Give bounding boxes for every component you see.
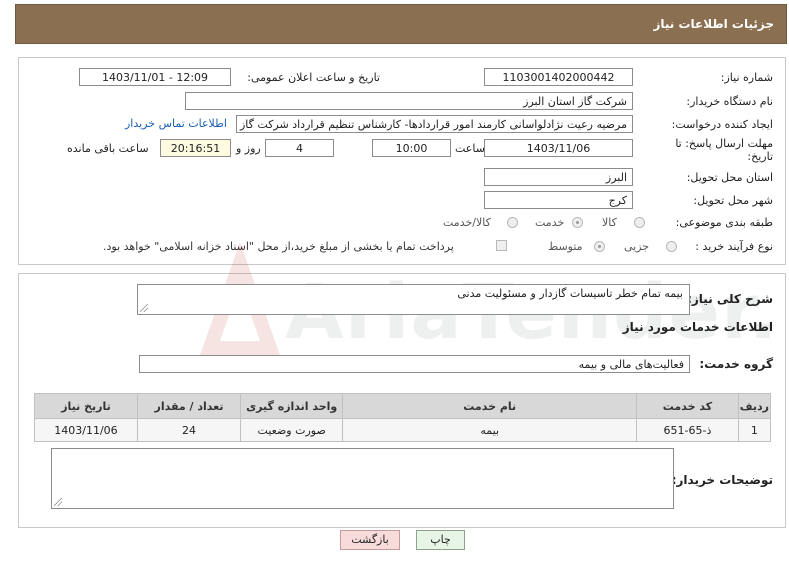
col-quantity: تعداد / مقدار: [136, 393, 242, 419]
days-label: روز و: [236, 142, 261, 155]
remaining-time-label: ساعت باقی مانده: [67, 142, 149, 155]
buyer-org-label: نام دستگاه خریدار:: [686, 95, 773, 108]
category-radio-goods-service[interactable]: [507, 217, 518, 228]
cell-unit: صورت وضعیت: [240, 418, 344, 442]
buyer-org-field[interactable]: شرکت گاز استان البرز: [185, 92, 633, 110]
col-row: ردیف: [737, 393, 772, 419]
summary-textarea[interactable]: بیمه تمام خطر تاسیسات گازدار و مسئولیت م…: [137, 284, 690, 315]
category-option-goods: کالا: [602, 216, 617, 229]
deadline-time-field[interactable]: 10:00: [372, 139, 451, 157]
province-label: استان محل تحویل:: [686, 171, 773, 184]
category-option-service: خدمت: [535, 216, 565, 229]
need-number-label: شماره نیاز:: [720, 71, 773, 84]
deadline-label-date: تاریخ:: [747, 150, 773, 163]
table-header-row: تاریخ نیاز تعداد / مقدار واحد اندازه گیر…: [34, 393, 772, 419]
page-title: جزئیات اطلاعات نیاز: [653, 17, 774, 31]
remaining-time-field[interactable]: 20:16:51: [160, 139, 231, 157]
cell-service-code: ذ-65-651: [636, 418, 739, 442]
category-option-goods-service: کالا/خدمت: [443, 216, 491, 229]
city-field[interactable]: کرج: [484, 191, 633, 209]
col-need-date: تاریخ نیاز: [34, 393, 138, 419]
remaining-days-field[interactable]: 4: [265, 139, 334, 157]
summary-text: بیمه تمام خطر تاسیسات گازدار و مسئولیت م…: [457, 287, 683, 300]
buyer-notes-label: توضیحات خریدار:: [671, 473, 773, 487]
service-group-label: گروه خدمت:: [699, 357, 773, 371]
purchase-radio-minor[interactable]: [666, 241, 677, 252]
need-number-field[interactable]: 1103001402000442: [484, 68, 633, 86]
category-label: طبقه بندی موضوعی:: [675, 216, 773, 229]
purchase-radio-medium[interactable]: [594, 241, 605, 252]
summary-label: شرح کلی نیاز:: [687, 292, 773, 306]
deadline-label: مهلت ارسال پاسخ: تا: [675, 137, 773, 150]
table-row[interactable]: 1403/11/06 24 صورت وضعیت بیمه ذ-65-651 1: [34, 418, 772, 442]
deadline-time-label: ساعت: [455, 142, 485, 155]
resize-grip-icon[interactable]: [54, 498, 62, 506]
category-radio-service[interactable]: [572, 217, 583, 228]
creator-label: ایجاد کننده درخواست:: [671, 118, 773, 131]
purchase-option-minor: جزیی: [624, 240, 650, 253]
treasury-payment-note: پرداخت تمام یا بخشی از مبلغ خرید،از محل …: [103, 240, 454, 253]
need-info-panel: [18, 57, 786, 265]
category-radio-goods[interactable]: [634, 217, 645, 228]
announce-datetime-label: تاریخ و ساعت اعلان عمومی:: [247, 71, 380, 84]
buyer-notes-textarea[interactable]: [51, 448, 674, 509]
province-field[interactable]: البرز: [484, 168, 633, 186]
treasury-payment-checkbox[interactable]: [496, 240, 507, 251]
print-button[interactable]: چاپ: [416, 530, 465, 550]
col-service-name: نام خدمت: [342, 393, 638, 419]
cell-row: 1: [737, 418, 772, 442]
page-header: جزئیات اطلاعات نیاز: [15, 4, 787, 44]
service-group-field[interactable]: فعالیت‌های مالی و بیمه: [139, 355, 690, 373]
city-label: شهر محل تحویل:: [693, 194, 773, 207]
back-button[interactable]: بازگشت: [340, 530, 400, 550]
cell-service-name: بیمه: [342, 418, 638, 442]
col-service-code: کد خدمت: [636, 393, 739, 419]
services-info-heading: اطلاعات خدمات مورد نیاز: [622, 320, 773, 334]
resize-grip-icon[interactable]: [140, 304, 148, 312]
services-table: تاریخ نیاز تعداد / مقدار واحد اندازه گیر…: [34, 393, 772, 442]
cell-need-date: 1403/11/06: [34, 418, 138, 442]
purchase-type-label: نوع فرآیند خرید :: [695, 240, 773, 253]
col-unit: واحد اندازه گیری: [240, 393, 344, 419]
announce-datetime-field[interactable]: 1403/11/01 - 12:09: [79, 68, 231, 86]
deadline-date-field[interactable]: 1403/11/06: [484, 139, 633, 157]
creator-field[interactable]: مرضیه رعیت نژادلواسانی کارمند امور قرارد…: [236, 115, 633, 133]
purchase-option-medium: متوسط: [548, 240, 583, 253]
cell-quantity: 24: [136, 418, 242, 442]
buyer-contact-link[interactable]: اطلاعات تماس خریدار: [125, 117, 227, 130]
